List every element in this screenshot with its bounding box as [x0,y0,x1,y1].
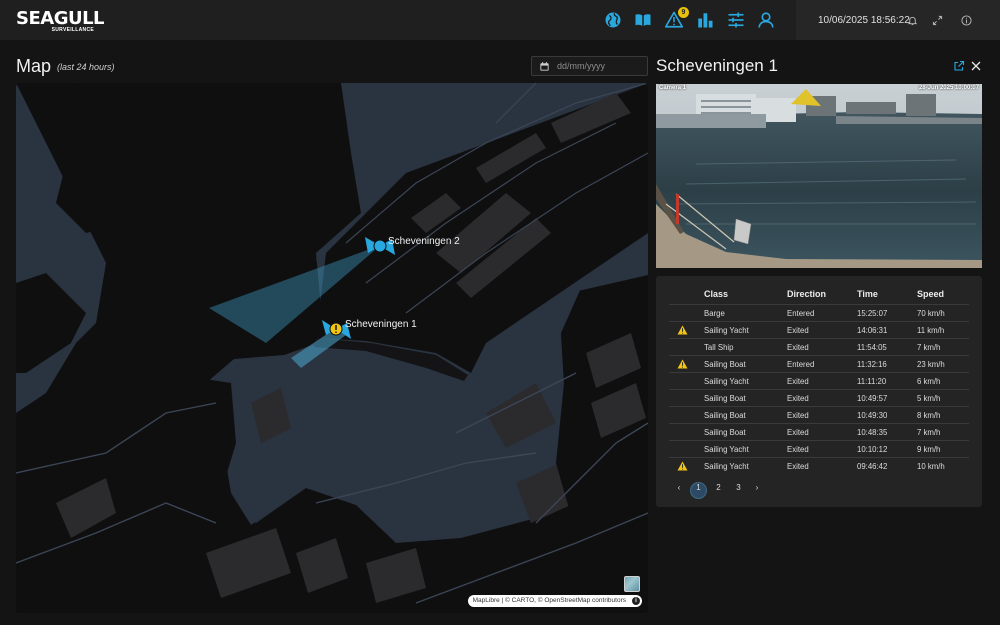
camera-overlay-name: Camera 1 [659,85,687,91]
map-subtitle: (last 24 hours) [57,62,115,72]
cell-speed: 9 km/h [917,445,941,454]
attribution-info-icon[interactable]: i [632,597,640,605]
column-header-class[interactable]: Class [704,289,728,299]
cell-time: 10:10:12 [857,445,888,454]
cell-direction: Exited [787,394,809,403]
map-title: Map [16,56,52,76]
cell-class: Sailing Boat [704,360,746,369]
camera-panel-title: Scheveningen 1 [656,56,778,75]
table-row[interactable]: Sailing Yacht Exited 14:06:31 11 km/h [669,321,969,338]
cell-class: Sailing Yacht [704,377,749,386]
table-row[interactable]: Tall Ship Exited 11:54:05 7 km/h [669,338,969,355]
harbor-map[interactable]: Scheveningen 2 Scheveningen 1 MapLibre |… [16,83,648,613]
table-row[interactable]: Sailing Boat Exited 10:49:57 5 km/h [669,389,969,406]
current-datetime: 10/06/2025 18:56:22 [818,15,910,26]
cell-class: Sailing Boat [704,428,746,437]
date-filter-input[interactable]: dd/mm/yyyy [531,56,648,76]
globe-icon[interactable] [604,11,622,29]
calendar-icon [540,61,549,71]
table-row[interactable]: Sailing Boat Exited 10:49:30 8 km/h [669,406,969,423]
user-icon[interactable] [757,11,775,29]
cell-speed: 7 km/h [917,428,941,437]
cell-direction: Exited [787,462,809,471]
cell-time: 10:49:57 [857,394,888,403]
camera-1-label[interactable]: Scheveningen 1 [345,319,417,330]
attribution-text: MapLibre | © CARTO, © OpenStreetMap cont… [472,597,626,604]
table-row[interactable]: Sailing Yacht Exited 09:46:42 10 km/h [669,457,969,474]
cell-class: Tall Ship [704,343,734,352]
logo-tagline: SURVEILLANCE [51,27,94,33]
pagination-page-3[interactable]: 3 [734,483,743,492]
top-bar: SEAGULL SURVEILLANCE 9 10/06/2025 18:56:… [0,0,1000,40]
table-row[interactable]: Sailing Yacht Exited 11:11:20 6 km/h [669,372,969,389]
cell-direction: Entered [787,309,815,318]
cell-direction: Exited [787,377,809,386]
fullscreen-icon[interactable] [932,15,943,26]
cell-speed: 70 km/h [917,309,945,318]
cell-speed: 5 km/h [917,394,941,403]
cell-direction: Exited [787,411,809,420]
logo-wordmark: SEAGULL [16,8,105,29]
warning-icon [677,359,688,369]
cell-direction: Exited [787,343,809,352]
detections-table: Class Direction Time Speed Barge Entered 1… [656,276,982,507]
book-icon[interactable] [634,11,652,29]
table-row[interactable]: Sailing Yacht Exited 10:10:12 9 km/h [669,440,969,457]
pagination-next[interactable]: › [754,483,760,492]
cell-time: 11:54:05 [857,343,887,352]
table-row[interactable]: Barge Entered 15:25:07 70 km/h [669,304,969,321]
cell-speed: 10 km/h [917,462,945,471]
cell-class: Barge [704,309,725,318]
cell-speed: 7 km/h [917,343,941,352]
open-external-icon[interactable] [953,60,965,72]
cell-class: Sailing Yacht [704,445,749,454]
cell-speed: 11 km/h [917,326,945,335]
cell-direction: Exited [787,326,809,335]
cell-time: 15:25:07 [857,309,888,318]
basemap-switch-thumbnail[interactable] [624,576,640,592]
bell-icon[interactable] [907,15,918,26]
sliders-icon[interactable] [727,11,745,29]
table-row[interactable]: Sailing Boat Exited 10:48:35 7 km/h [669,423,969,440]
warning-icon [677,325,688,335]
cell-direction: Exited [787,428,809,437]
column-header-direction[interactable]: Direction [787,289,826,299]
column-header-speed[interactable]: Speed [917,289,944,299]
cell-class: Sailing Yacht [704,462,749,471]
info-icon[interactable] [961,15,972,26]
date-placeholder: dd/mm/yyyy [557,61,606,71]
pagination-page-2[interactable]: 2 [714,483,723,492]
close-icon[interactable] [970,60,982,72]
cell-time: 10:48:35 [857,428,888,437]
warning-icon [677,461,688,471]
cell-time: 09:46:42 [857,462,888,471]
cell-speed: 8 km/h [917,411,941,420]
cell-class: Sailing Yacht [704,326,749,335]
bar-chart-icon[interactable] [696,11,714,29]
cell-direction: Exited [787,445,809,454]
pagination-page-1[interactable]: 1 [694,483,703,492]
cell-speed: 23 km/h [917,360,945,369]
cell-time: 11:11:20 [857,377,887,386]
cell-time: 10:49:30 [857,411,888,420]
cell-direction: Entered [787,360,815,369]
cell-class: Sailing Boat [704,394,746,403]
alert-count-badge: 9 [678,7,689,18]
table-row[interactable]: Sailing Boat Entered 11:32:16 23 km/h [669,355,969,372]
camera-2-label[interactable]: Scheveningen 2 [388,236,460,247]
cell-class: Sailing Boat [704,411,746,420]
pagination-prev[interactable]: ‹ [676,483,682,492]
column-header-time[interactable]: Time [857,289,878,299]
cell-time: 14:06:31 [857,326,888,335]
cell-speed: 6 km/h [917,377,941,386]
seagull-logo[interactable]: SEAGULL SURVEILLANCE [16,8,105,34]
map-attribution: MapLibre | © CARTO, © OpenStreetMap cont… [467,595,642,607]
camera-overlay-timestamp: 28-Jun 2025 10:00:07 [918,85,979,91]
camera-feed[interactable]: Camera 1 28-Jun 2025 10:00:07 [656,84,982,268]
cell-time: 11:32:16 [857,360,887,369]
